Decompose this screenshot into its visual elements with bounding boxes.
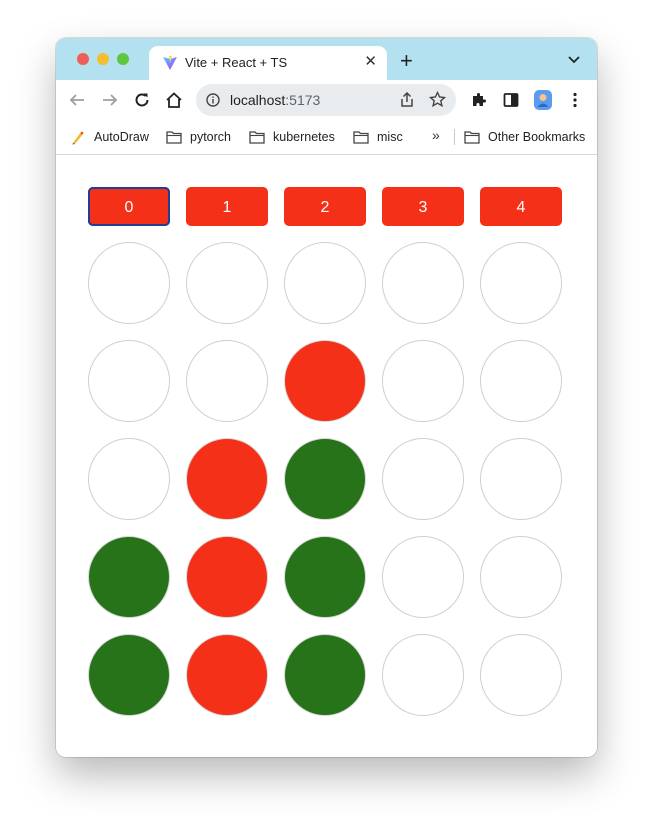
folder-icon [249, 131, 265, 144]
bookmarks-overflow-button[interactable]: » [432, 127, 440, 143]
folder-icon [464, 131, 480, 144]
bookmark-other-bookmarks[interactable]: Other Bookmarks [464, 120, 585, 154]
folder-icon [353, 131, 369, 144]
empty-slot [88, 340, 170, 422]
board-row [88, 536, 562, 618]
board-row [88, 634, 562, 716]
vite-logo-icon [163, 56, 177, 70]
tab-title: Vite + React + TS [185, 55, 288, 70]
toolbar: localhost:5173 [56, 80, 597, 120]
red-disc [186, 438, 268, 520]
bookmark-misc[interactable]: misc [353, 120, 403, 154]
empty-slot [480, 242, 562, 324]
bookmark-pytorch[interactable]: pytorch [166, 120, 231, 154]
url-text: localhost:5173 [230, 92, 321, 108]
forward-arrow-icon[interactable] [101, 91, 119, 109]
empty-slot [382, 536, 464, 618]
extensions-puzzle-icon[interactable] [470, 91, 488, 109]
empty-slot [382, 634, 464, 716]
empty-slot [480, 536, 562, 618]
new-tab-button[interactable]: + [400, 50, 413, 72]
red-disc [284, 340, 366, 422]
info-icon[interactable] [206, 93, 220, 107]
bookmark-kubernetes[interactable]: kubernetes [249, 120, 335, 154]
drop-column-3-button[interactable]: 3 [382, 187, 464, 226]
red-disc [186, 536, 268, 618]
green-disc [284, 536, 366, 618]
chevron-down-icon[interactable] [568, 56, 580, 64]
red-disc [186, 634, 268, 716]
reload-icon[interactable] [133, 91, 151, 109]
home-icon[interactable] [165, 91, 183, 109]
close-window-button[interactable] [77, 53, 89, 65]
tab-strip: Vite + React + TS ✕ + [56, 38, 597, 80]
board-row [88, 242, 562, 324]
empty-slot [284, 242, 366, 324]
star-icon[interactable] [429, 91, 446, 108]
drop-column-2-button[interactable]: 2 [284, 187, 366, 226]
autodraw-icon [72, 131, 84, 145]
more-menu-icon[interactable] [566, 91, 584, 109]
column-button-row: 0 1 2 3 4 [88, 187, 562, 226]
empty-slot [382, 438, 464, 520]
bookmarks-bar: AutoDraw pytorch kubernetes misc » Other… [56, 120, 597, 155]
green-disc [284, 438, 366, 520]
back-arrow-icon[interactable] [68, 91, 86, 109]
board-row [88, 340, 562, 422]
drop-column-4-button[interactable]: 4 [480, 187, 562, 226]
drop-column-1-button[interactable]: 1 [186, 187, 268, 226]
empty-slot [186, 340, 268, 422]
empty-slot [88, 438, 170, 520]
page-content: 0 1 2 3 4 [56, 155, 597, 757]
green-disc [88, 634, 170, 716]
browser-window: Vite + React + TS ✕ + localhost:5173 Aut… [56, 38, 597, 757]
drop-column-0-button[interactable]: 0 [88, 187, 170, 226]
tab-close-icon[interactable]: ✕ [364, 53, 377, 71]
empty-slot [480, 438, 562, 520]
profile-avatar-icon[interactable] [533, 89, 553, 111]
green-disc [284, 634, 366, 716]
folder-icon [166, 131, 182, 144]
maximize-window-button[interactable] [117, 53, 129, 65]
empty-slot [480, 340, 562, 422]
share-icon[interactable] [399, 92, 415, 108]
empty-slot [88, 242, 170, 324]
bookmarks-separator [454, 129, 455, 145]
empty-slot [186, 242, 268, 324]
empty-slot [382, 340, 464, 422]
empty-slot [480, 634, 562, 716]
tab-active[interactable]: Vite + React + TS ✕ [149, 46, 387, 80]
address-bar[interactable]: localhost:5173 [196, 84, 456, 116]
minimize-window-button[interactable] [97, 53, 109, 65]
empty-slot [382, 242, 464, 324]
side-panel-icon[interactable] [502, 91, 520, 109]
bookmark-autodraw[interactable]: AutoDraw [70, 120, 149, 154]
green-disc [88, 536, 170, 618]
board-row [88, 438, 562, 520]
